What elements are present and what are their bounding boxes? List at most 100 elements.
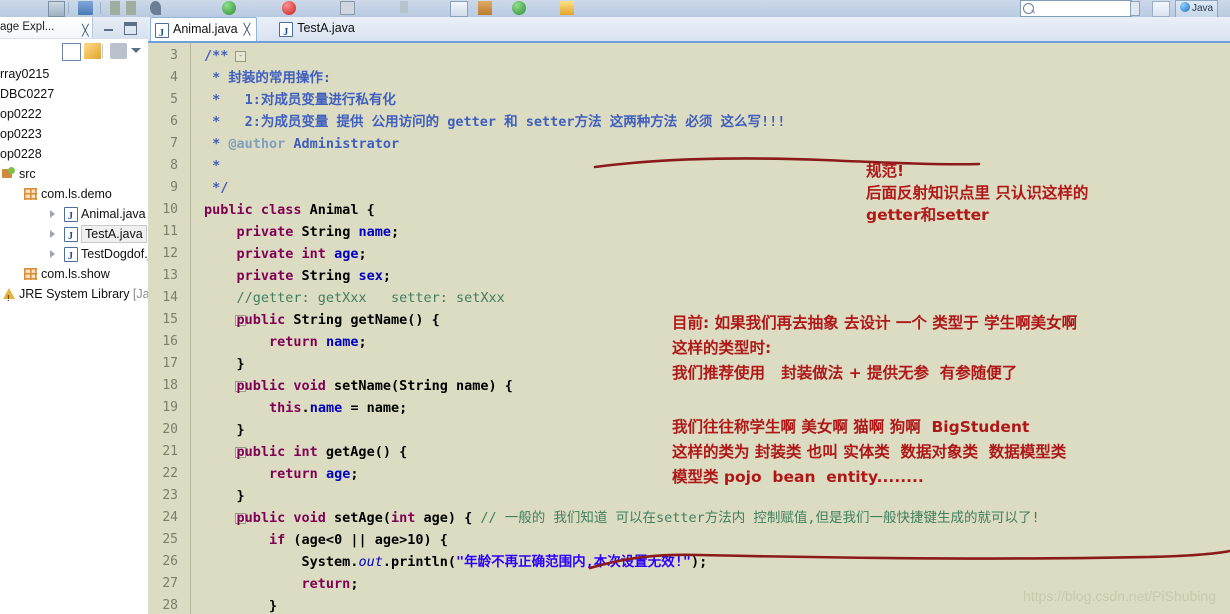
- code-line[interactable]: private int age;: [204, 243, 367, 265]
- editor-tab-label: TestA.java: [297, 21, 355, 35]
- code-area[interactable]: 3 4 5 6 7 8 9 10 11 12 13 14 15 16 17 18 19 20 21 22 23 24 25 2…: [148, 43, 1230, 614]
- code-line[interactable]: */: [204, 177, 228, 199]
- code-line[interactable]: public void setAge(int age) { // 一般的 我们知…: [204, 507, 1040, 529]
- code-line[interactable]: if (age<0 || age>10) {: [204, 529, 448, 551]
- main-toolbar: Java: [0, 0, 1230, 18]
- coverage-icon[interactable]: [340, 1, 355, 15]
- editor-tab-testa-java[interactable]: TestA.java: [275, 17, 361, 44]
- package-explorer-view: age Expl... ╳ rray0215 DBC0227 op0222 op022…: [0, 17, 148, 614]
- code-line[interactable]: * 2:为成员变量 提供 公用访问的 getter 和 setter方法 这两种…: [204, 111, 785, 133]
- search-input[interactable]: [1020, 0, 1132, 17]
- java-file-icon: [279, 21, 294, 44]
- link-with-editor-icon[interactable]: [84, 43, 101, 59]
- code-line[interactable]: this.name = name;: [204, 397, 407, 419]
- undo-icon[interactable]: [110, 1, 120, 15]
- line-number: 7: [170, 136, 178, 151]
- expand-arrow-icon[interactable]: [50, 230, 55, 238]
- maximize-view-icon[interactable]: [124, 22, 137, 35]
- editor-tab-row: Animal.java ╳ TestA.java: [148, 17, 1230, 45]
- underline-setage-comment: [588, 549, 1230, 570]
- fold-toggle-icon[interactable]: -: [235, 51, 246, 62]
- tree-item-testa-java[interactable]: TestA.java: [0, 224, 148, 247]
- line-number: 19: [162, 400, 178, 415]
- tree-item-label: op0223: [0, 127, 42, 141]
- perspective-java-button[interactable]: Java: [1175, 0, 1219, 17]
- package-explorer-tab[interactable]: age Expl... ╳: [0, 17, 93, 38]
- code-line[interactable]: * 封装的常用操作:: [204, 67, 331, 89]
- tree-item-testdogdof-java[interactable]: TestDogdof.java: [0, 244, 148, 267]
- annotation-abstraction-line-3: 我们推荐使用 封装做法 + 提供无参 有参随便了: [672, 364, 1018, 382]
- save-icon[interactable]: [48, 1, 65, 17]
- code-line[interactable]: * @author Administrator: [204, 133, 399, 155]
- collapse-all-icon[interactable]: [62, 43, 81, 61]
- search-dropdown-button[interactable]: [1130, 1, 1140, 16]
- line-number: 18: [162, 378, 178, 393]
- run-icon[interactable]: [282, 1, 296, 15]
- new-java-class-icon[interactable]: [450, 1, 468, 17]
- code-line[interactable]: //getter: getXxx setter: setXxx: [204, 287, 505, 309]
- tree-item-jre-system-library[interactable]: JRE System Library [Ja: [0, 284, 148, 309]
- tree-item-label: op0222: [0, 107, 42, 121]
- code-line[interactable]: public String getName() {: [204, 309, 440, 331]
- annotation-pojo-line-3: 模型类 pojo bean entity........: [672, 468, 924, 486]
- tree-item-animal-java[interactable]: Animal.java: [0, 204, 148, 227]
- tree-item-src[interactable]: src: [0, 164, 148, 184]
- previous-annotation-icon[interactable]: [560, 1, 574, 15]
- code-line[interactable]: }: [204, 595, 277, 614]
- annotation-pojo-line-1: 我们往往称学生啊 美女啊 猫啊 狗啊 BigStudent: [672, 418, 1030, 436]
- expand-arrow-icon[interactable]: [50, 250, 55, 258]
- line-number: 8: [170, 158, 178, 173]
- fold-column[interactable]: -----: [191, 43, 246, 614]
- tree-item-rray0215[interactable]: rray0215: [0, 64, 148, 84]
- java-file-icon: [155, 22, 169, 45]
- editor-tab-animal-java[interactable]: Animal.java ╳: [150, 17, 258, 45]
- line-number: 17: [162, 356, 178, 371]
- expand-arrow-icon[interactable]: [50, 210, 55, 218]
- code-line[interactable]: * 1:对成员变量进行私有化: [204, 89, 396, 111]
- next-annotation-icon[interactable]: [512, 1, 526, 15]
- tree-item-label: JRE System Library [Ja: [19, 287, 148, 301]
- tree-item-dbc0227[interactable]: DBC0227: [0, 84, 148, 104]
- code-line[interactable]: }: [204, 353, 245, 375]
- code-line[interactable]: }: [204, 419, 245, 441]
- code-line[interactable]: /**: [204, 45, 228, 67]
- tree-item-label: com.ls.demo: [41, 187, 112, 201]
- tree-item-op0228[interactable]: op0228: [0, 144, 148, 164]
- tree-item-op0222[interactable]: op0222: [0, 104, 148, 124]
- open-perspective-button[interactable]: [1152, 1, 1170, 17]
- code-line[interactable]: public int getAge() {: [204, 441, 408, 463]
- minimize-view-icon[interactable]: [104, 24, 114, 32]
- focus-on-active-task-icon[interactable]: [110, 43, 127, 59]
- code-line[interactable]: return;: [204, 573, 359, 595]
- external-tools-icon[interactable]: [400, 1, 408, 13]
- code-line[interactable]: *: [204, 155, 220, 177]
- search-icon[interactable]: [150, 1, 161, 15]
- tree-item-com-ls-show[interactable]: com.ls.show: [0, 264, 148, 284]
- code-line[interactable]: public void setName(String name) {: [204, 375, 513, 397]
- line-number: 13: [162, 268, 178, 283]
- code-line[interactable]: public class Animal {: [204, 199, 375, 221]
- editor-tab-label: Animal.java: [173, 22, 238, 36]
- print-icon[interactable]: [78, 1, 93, 15]
- tree-item-com-ls-demo[interactable]: com.ls.demo: [0, 184, 148, 204]
- code-line[interactable]: private String sex;: [204, 265, 391, 287]
- close-icon[interactable]: ╳: [244, 24, 251, 36]
- line-number: 28: [162, 598, 178, 613]
- annotation-pojo-line-2: 这样的类为 封装类 也叫 实体类 数据对象类 数据模型类: [672, 443, 1067, 461]
- code-line[interactable]: private String name;: [204, 221, 400, 243]
- view-menu-icon[interactable]: [131, 48, 141, 53]
- close-icon[interactable]: ╳: [82, 21, 89, 38]
- code-line[interactable]: return age;: [204, 463, 358, 485]
- redo-icon[interactable]: [126, 1, 136, 15]
- code-line[interactable]: return name;: [204, 331, 367, 353]
- package-explorer-tree[interactable]: rray0215 DBC0227 op0222 op0223 op0228 src com.…: [0, 64, 148, 614]
- package-explorer-title: age Expl...: [0, 21, 55, 33]
- line-number: 9: [170, 180, 178, 195]
- tree-item-op0223[interactable]: op0223: [0, 124, 148, 144]
- java-perspective-icon: [1180, 2, 1190, 12]
- package-icon[interactable]: [478, 1, 492, 15]
- debug-icon[interactable]: [222, 1, 236, 15]
- code-line[interactable]: }: [204, 485, 245, 507]
- line-number: 6: [170, 114, 178, 129]
- tree-item-label: op0228: [0, 147, 42, 161]
